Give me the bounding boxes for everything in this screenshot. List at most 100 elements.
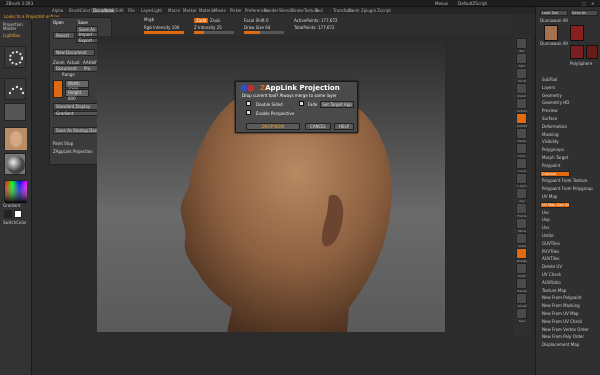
tool-item-new-from-poly-order[interactable]: New From Poly Order bbox=[542, 334, 584, 339]
tool-item-colorize[interactable]: Colorize bbox=[540, 170, 570, 177]
xyz-icon[interactable] bbox=[516, 188, 527, 199]
tool-item-uvs[interactable]: Uvs bbox=[542, 225, 549, 230]
tool-item-surface[interactable]: Surface bbox=[542, 116, 557, 121]
revert-button[interactable]: Revert bbox=[53, 32, 75, 39]
menu-brush[interactable]: Brush bbox=[69, 8, 81, 13]
menu-zscript[interactable]: Zscript bbox=[377, 8, 391, 13]
alpha-slot[interactable] bbox=[4, 103, 26, 121]
fade-checkbox[interactable] bbox=[299, 101, 304, 106]
zsub-button[interactable]: Zsub bbox=[210, 18, 220, 23]
gradient-label[interactable]: Gradient bbox=[3, 203, 20, 208]
tool-item-uv-map[interactable]: UV Map bbox=[542, 194, 557, 199]
z-intensity-slider[interactable]: Z Intensity 25 bbox=[194, 25, 222, 30]
draw-size-bar[interactable] bbox=[244, 31, 284, 34]
draw-size-slider[interactable]: Draw Size 64 bbox=[244, 25, 270, 30]
close-icon[interactable]: ✕ bbox=[591, 1, 594, 6]
menu-stroke[interactable]: Stroke bbox=[291, 8, 304, 13]
tool-item-polypaint-from-texture[interactable]: Polypaint From Texture bbox=[542, 178, 588, 183]
lightbox-button[interactable]: LightBox bbox=[3, 33, 20, 38]
tool-item-geometry[interactable]: Geometry bbox=[542, 93, 562, 98]
stroke-slot[interactable] bbox=[4, 78, 26, 100]
half-size-button[interactable] bbox=[53, 80, 63, 98]
menu-light[interactable]: Light bbox=[152, 8, 162, 13]
cancel-button[interactable]: CANCEL bbox=[305, 123, 331, 130]
tool-item-uvtile[interactable]: Uvtile bbox=[542, 233, 554, 238]
tool-item-polygroups[interactable]: Polygroups bbox=[542, 147, 564, 152]
tool-item-subtool[interactable]: SubTool bbox=[542, 77, 557, 82]
bpr-icon[interactable] bbox=[516, 38, 527, 49]
tool-item-layers[interactable]: Layers bbox=[542, 85, 555, 90]
tool-item-uvc[interactable]: Uvc bbox=[542, 210, 550, 215]
local-icon[interactable] bbox=[516, 158, 527, 169]
focal-shift-slider[interactable]: Focal Shift 0 bbox=[244, 18, 269, 23]
tool-item-auvratio[interactable]: AUVRatio bbox=[542, 280, 561, 285]
aahalf-icon[interactable] bbox=[516, 113, 527, 124]
width-slider[interactable]: Width 1280 bbox=[65, 80, 89, 92]
primary-color-swatch[interactable] bbox=[14, 210, 22, 218]
popup-save-label[interactable]: Save bbox=[78, 20, 88, 25]
tool-item-polypaint[interactable]: Polypaint bbox=[542, 163, 560, 168]
tool-item-guvtiles[interactable]: GUVTiles bbox=[542, 241, 560, 246]
height-slider[interactable]: Height 800 bbox=[65, 89, 89, 101]
l-sym-icon[interactable] bbox=[516, 173, 527, 184]
scroll-icon[interactable] bbox=[516, 68, 527, 79]
move-icon[interactable] bbox=[516, 218, 527, 229]
rotate-icon[interactable] bbox=[516, 248, 527, 259]
menu-marker[interactable]: Marker bbox=[183, 8, 197, 13]
menus-button[interactable]: Menus bbox=[435, 1, 448, 6]
gradient-button[interactable]: Gradient bbox=[53, 111, 101, 116]
secondary-color-swatch[interactable] bbox=[4, 210, 12, 218]
rgb-intensity-slider[interactable]: Rgb Intensity 100 bbox=[144, 25, 179, 30]
color-picker[interactable] bbox=[4, 180, 27, 203]
tool-item-uv-map-size-2048[interactable]: UV Map Size 2048 bbox=[540, 201, 570, 208]
z-intensity-bar[interactable] bbox=[194, 31, 234, 34]
zadd-button[interactable]: Zadd bbox=[194, 18, 209, 23]
rgb-intensity-bar[interactable] bbox=[144, 31, 184, 34]
paint-stop-label[interactable]: Paint Stop bbox=[53, 141, 73, 146]
tool-item-new-from-uv-check[interactable]: New From UV Check bbox=[542, 319, 582, 324]
projection-master-label-2[interactable]: Master bbox=[3, 26, 17, 31]
tool-item-preview[interactable]: Preview bbox=[542, 108, 558, 113]
tool-thumb-polysphere[interactable] bbox=[586, 45, 598, 59]
transp-icon[interactable] bbox=[516, 278, 527, 289]
help-button[interactable]: HELP bbox=[334, 123, 354, 130]
menu-color[interactable]: Color bbox=[80, 8, 90, 13]
frame-icon[interactable] bbox=[516, 203, 527, 214]
tool-item-deformation[interactable]: Deformation bbox=[542, 124, 567, 129]
tool-item-uv-check[interactable]: UV Check bbox=[542, 272, 561, 277]
menu-layer[interactable]: Layer bbox=[141, 8, 152, 13]
load-tool-button[interactable]: Load Tool bbox=[540, 10, 568, 16]
menu-draw[interactable]: Draw bbox=[104, 8, 114, 13]
switch-color-label[interactable]: SwitchColor bbox=[3, 220, 27, 225]
tool-item-texture-map[interactable]: Texture Map bbox=[542, 288, 566, 293]
maximize-icon[interactable]: □ bbox=[582, 1, 586, 6]
tool-item-auvtiles[interactable]: AUVTiles bbox=[542, 256, 560, 261]
export-button[interactable]: Export bbox=[76, 38, 98, 43]
texture-slot[interactable] bbox=[4, 127, 27, 150]
tool-thumb-head[interactable] bbox=[544, 25, 558, 41]
enable-perspective-checkbox[interactable] bbox=[246, 110, 251, 115]
zoom-icon[interactable] bbox=[516, 83, 527, 94]
tool-item-displacement-map[interactable]: Displacement Map bbox=[542, 342, 579, 347]
menu-zoom[interactable]: Zoom bbox=[348, 8, 360, 13]
menu-material[interactable]: Material bbox=[199, 8, 215, 13]
import-button[interactable]: Import bbox=[76, 32, 98, 37]
menu-edit[interactable]: Edit bbox=[116, 8, 124, 13]
tool-item-new-from-polypaint[interactable]: New From Polypaint bbox=[542, 295, 582, 300]
popup-open-label[interactable]: Open bbox=[53, 20, 64, 25]
tool-thumb-sphere[interactable] bbox=[570, 45, 584, 59]
material-slot[interactable] bbox=[4, 153, 26, 175]
spix-icon[interactable] bbox=[516, 53, 527, 64]
zapplink-projection-label[interactable]: ZAppLink Projection bbox=[53, 149, 93, 154]
tool-thumb-polymesh[interactable] bbox=[570, 25, 584, 41]
tool-item-puvtiles[interactable]: PUVTiles bbox=[542, 249, 559, 254]
tool-item-delete-uv[interactable]: Delete UV bbox=[542, 264, 562, 269]
scale-icon[interactable] bbox=[516, 233, 527, 244]
default-zscript-button[interactable]: DefaultZScript bbox=[458, 1, 487, 6]
menu-alpha[interactable]: Alpha bbox=[52, 8, 63, 13]
tool-item-new-from-vertex-order[interactable]: New From Vertex Order bbox=[542, 327, 589, 332]
menu-file[interactable]: File bbox=[128, 8, 135, 13]
tool-item-new-from-masking[interactable]: New From Masking bbox=[542, 303, 580, 308]
tool-item-polypaint-from-polygroup[interactable]: Polypaint From Polygroup bbox=[542, 186, 593, 191]
menu-movie[interactable]: Movie bbox=[214, 8, 226, 13]
